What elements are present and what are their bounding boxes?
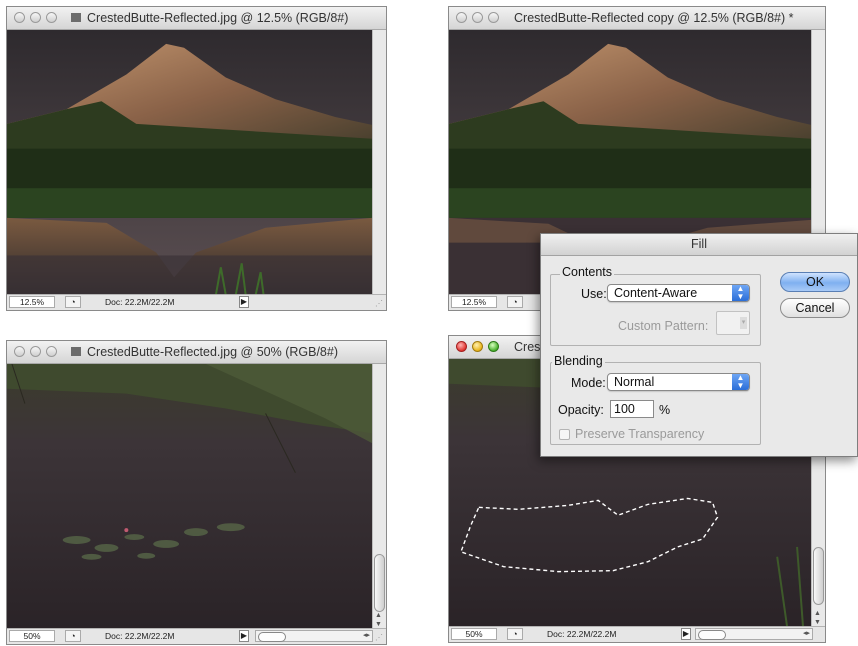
image-canvas[interactable] xyxy=(7,364,372,629)
zoom-field[interactable]: 12.5% xyxy=(9,296,55,308)
minimize-button[interactable] xyxy=(472,12,483,23)
window-titlebar[interactable]: CrestedButte-Reflected.jpg @ 50% (RGB/8#… xyxy=(7,341,386,364)
close-button[interactable] xyxy=(456,341,467,352)
use-select[interactable]: Content-Aware ▲ ▼ xyxy=(607,284,750,302)
opacity-input[interactable]: 100 xyxy=(610,400,654,418)
scroll-arrows-icon[interactable]: ◂▸ xyxy=(803,629,810,639)
horizontal-scrollbar[interactable]: ◂▸ xyxy=(255,630,373,642)
vertical-scrollbar[interactable]: ▲ ▼ xyxy=(372,364,386,629)
doc-size-info: Doc: 22.2M/22.2M xyxy=(105,631,175,641)
cancel-button[interactable]: Cancel xyxy=(780,298,850,318)
status-bar: 50% ◔ Doc: 22.2M/22.2M ▶ ◂▸ xyxy=(449,626,825,642)
zoom-field[interactable]: 50% xyxy=(451,628,497,640)
horizontal-scroll-thumb[interactable] xyxy=(258,632,286,642)
status-menu-arrow[interactable]: ▶ xyxy=(681,628,691,640)
minimize-button[interactable] xyxy=(30,346,41,357)
zoom-button[interactable] xyxy=(46,346,57,357)
horizontal-scrollbar[interactable]: ◂▸ xyxy=(695,628,813,640)
scroll-up-arrow[interactable]: ▲ xyxy=(814,610,821,617)
dialog-titlebar[interactable]: Fill xyxy=(541,234,857,256)
vertical-scroll-thumb[interactable] xyxy=(374,554,385,612)
window-controls xyxy=(456,341,499,352)
mode-label: Mode: xyxy=(571,376,606,390)
image-canvas[interactable] xyxy=(7,30,372,295)
doc-status-icon[interactable]: ◔ xyxy=(507,628,523,640)
status-menu-arrow[interactable]: ▶ xyxy=(239,296,249,308)
use-label: Use: xyxy=(581,287,607,301)
minimize-button[interactable] xyxy=(472,341,483,352)
close-button[interactable] xyxy=(14,346,25,357)
doc-status-icon[interactable]: ◔ xyxy=(65,296,81,308)
document-icon xyxy=(71,13,81,22)
zoom-button[interactable] xyxy=(46,12,57,23)
pond-closeup-photo xyxy=(7,364,372,629)
opacity-unit: % xyxy=(659,403,671,417)
document-window-top-left: CrestedButte-Reflected.jpg @ 12.5% (RGB/… xyxy=(6,6,387,311)
contents-group-label: Contents xyxy=(560,265,615,279)
document-icon xyxy=(71,347,81,356)
window-controls xyxy=(456,12,499,23)
scroll-up-arrow[interactable]: ▲ xyxy=(375,612,382,619)
blending-group-label: Blending xyxy=(552,354,605,368)
preserve-transparency-label: Preserve Transparency xyxy=(575,427,705,441)
window-title: Cres xyxy=(514,340,541,354)
use-select-value: Content-Aware xyxy=(614,286,698,300)
popup-arrows-icon: ▲ ▼ xyxy=(732,374,749,390)
opacity-label: Opacity: xyxy=(558,403,604,417)
doc-status-icon[interactable]: ◔ xyxy=(507,296,523,308)
minimize-button[interactable] xyxy=(30,12,41,23)
dialog-title: Fill xyxy=(691,237,707,251)
resize-grip-icon[interactable]: ⋰ xyxy=(375,632,385,643)
doc-status-icon[interactable]: ◔ xyxy=(65,630,81,642)
ok-button[interactable]: OK xyxy=(780,272,850,292)
zoom-button[interactable] xyxy=(488,341,499,352)
pattern-dropdown-icon: ▾ xyxy=(740,317,747,329)
preserve-transparency-checkbox[interactable] xyxy=(559,429,570,440)
zoom-field[interactable]: 12.5% xyxy=(451,296,497,308)
mode-select[interactable]: Normal ▲ ▼ xyxy=(607,373,750,391)
window-titlebar[interactable]: CrestedButte-Reflected copy @ 12.5% (RGB… xyxy=(449,7,825,30)
custom-pattern-swatch: ▾ xyxy=(716,311,750,335)
document-window-bottom-left: CrestedButte-Reflected.jpg @ 50% (RGB/8#… xyxy=(6,340,387,645)
window-title: CrestedButte-Reflected.jpg @ 12.5% (RGB/… xyxy=(87,11,349,25)
custom-pattern-label: Custom Pattern: xyxy=(618,319,709,333)
horizontal-scroll-thumb[interactable] xyxy=(698,630,726,640)
status-bar: 12.5% ◔ Doc: 22.2M/22.2M ▶ ⋰ xyxy=(7,294,386,310)
resize-grip-icon[interactable]: ⋰ xyxy=(375,298,385,309)
window-controls xyxy=(14,12,57,23)
doc-size-info: Doc: 22.2M/22.2M xyxy=(105,297,175,307)
doc-size-info: Doc: 22.2M/22.2M xyxy=(547,629,617,639)
close-button[interactable] xyxy=(456,12,467,23)
vertical-scroll-thumb[interactable] xyxy=(813,547,824,605)
fill-dialog: Fill Contents Use: Content-Aware ▲ ▼ Cust… xyxy=(540,233,858,457)
vertical-scrollbar[interactable] xyxy=(372,30,386,295)
mode-select-value: Normal xyxy=(614,375,655,389)
scroll-down-arrow[interactable]: ▼ xyxy=(375,621,382,628)
popup-arrows-icon: ▲ ▼ xyxy=(732,285,749,301)
mountain-photo xyxy=(7,30,372,295)
window-title: CrestedButte-Reflected copy @ 12.5% (RGB… xyxy=(514,11,794,25)
status-bar: 50% ◔ Doc: 22.2M/22.2M ▶ ◂▸ ⋰ xyxy=(7,628,386,644)
window-titlebar[interactable]: CrestedButte-Reflected.jpg @ 12.5% (RGB/… xyxy=(7,7,386,30)
close-button[interactable] xyxy=(14,12,25,23)
window-title: CrestedButte-Reflected.jpg @ 50% (RGB/8#… xyxy=(87,345,338,359)
zoom-button[interactable] xyxy=(488,12,499,23)
zoom-field[interactable]: 50% xyxy=(9,630,55,642)
scroll-down-arrow[interactable]: ▼ xyxy=(814,619,821,626)
window-controls xyxy=(14,346,57,357)
status-menu-arrow[interactable]: ▶ xyxy=(239,630,249,642)
scroll-arrows-icon[interactable]: ◂▸ xyxy=(363,631,370,641)
